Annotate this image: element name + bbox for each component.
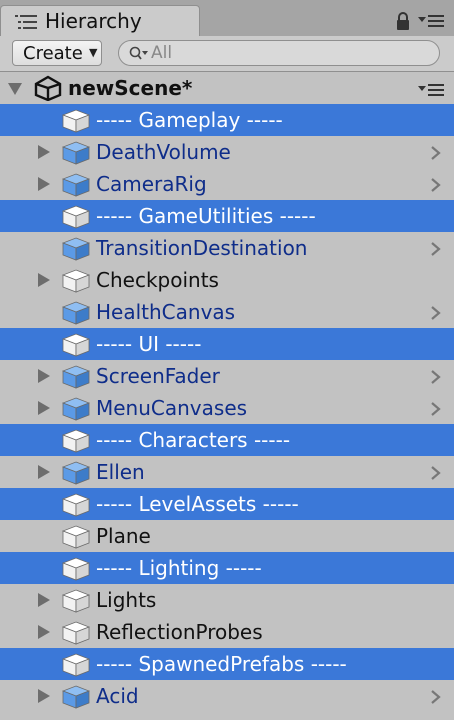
- lock-icon[interactable]: [396, 12, 410, 30]
- prefab-open-chevron-icon[interactable]: [430, 401, 442, 417]
- item-label: Acid: [96, 684, 139, 708]
- tab-hierarchy[interactable]: Hierarchy: [0, 5, 200, 36]
- prefab-cube-icon: [62, 685, 90, 709]
- gameobject-cube-icon: [62, 525, 90, 549]
- prefab-open-chevron-icon[interactable]: [430, 369, 442, 385]
- item-label: Plane: [96, 524, 151, 548]
- item-label: ----- Characters -----: [96, 428, 291, 452]
- gameobject-cube-icon: [62, 269, 90, 293]
- foldout-closed-icon[interactable]: [38, 689, 50, 703]
- game-object-row[interactable]: Plane: [0, 520, 454, 552]
- item-label: ReflectionProbes: [96, 620, 263, 644]
- hierarchy-tab-bar: Hierarchy: [0, 0, 454, 36]
- game-object-row[interactable]: HealthCanvas: [0, 296, 454, 328]
- foldout-closed-icon[interactable]: [38, 369, 50, 383]
- scene-name: newScene*: [68, 76, 193, 100]
- search-field[interactable]: [118, 40, 440, 66]
- game-object-row[interactable]: CameraRig: [0, 168, 454, 200]
- prefab-cube-icon: [62, 365, 90, 389]
- separator-row[interactable]: ----- SpawnedPrefabs -----: [0, 648, 454, 680]
- item-label: ----- Lighting -----: [96, 556, 262, 580]
- gameobject-cube-icon: [62, 429, 90, 453]
- item-label: ScreenFader: [96, 364, 220, 388]
- gameobject-cube-icon: [62, 621, 90, 645]
- foldout-closed-icon[interactable]: [38, 625, 50, 639]
- panel-menu-icon[interactable]: [418, 14, 444, 28]
- prefab-cube-icon: [62, 461, 90, 485]
- search-icon[interactable]: [129, 46, 151, 62]
- separator-row[interactable]: ----- GameUtilities -----: [0, 200, 454, 232]
- game-object-row[interactable]: DeathVolume: [0, 136, 454, 168]
- create-button-label: Create: [23, 43, 83, 64]
- game-object-row[interactable]: ReflectionProbes: [0, 616, 454, 648]
- prefab-open-chevron-icon[interactable]: [430, 465, 442, 481]
- item-label: ----- Gameplay -----: [96, 108, 283, 132]
- prefab-cube-icon: [62, 301, 90, 325]
- separator-row[interactable]: ----- Gameplay -----: [0, 104, 454, 136]
- dropdown-arrow-icon: ▼: [89, 46, 98, 59]
- panel-bottom: [0, 712, 454, 720]
- gameobject-cube-icon: [62, 205, 90, 229]
- item-label: CameraRig: [96, 172, 207, 196]
- game-object-row[interactable]: MenuCanvases: [0, 392, 454, 424]
- create-button[interactable]: Create ▼: [12, 40, 102, 66]
- foldout-closed-icon[interactable]: [38, 273, 50, 287]
- prefab-open-chevron-icon[interactable]: [430, 177, 442, 193]
- game-object-row[interactable]: TransitionDestination: [0, 232, 454, 264]
- prefab-open-chevron-icon[interactable]: [430, 689, 442, 705]
- unity-logo-icon: [34, 75, 62, 101]
- separator-row[interactable]: ----- UI -----: [0, 328, 454, 360]
- foldout-open-icon[interactable]: [8, 83, 22, 95]
- game-object-row[interactable]: ScreenFader: [0, 360, 454, 392]
- gameobject-cube-icon: [62, 589, 90, 613]
- game-object-row[interactable]: Lights: [0, 584, 454, 616]
- gameobject-cube-icon: [62, 557, 90, 581]
- foldout-closed-icon[interactable]: [38, 145, 50, 159]
- prefab-cube-icon: [62, 173, 90, 197]
- item-label: Checkpoints: [96, 268, 219, 292]
- item-label: ----- SpawnedPrefabs -----: [96, 652, 347, 676]
- hierarchy-list-icon: [15, 15, 37, 29]
- game-object-row[interactable]: Acid: [0, 680, 454, 712]
- gameobject-cube-icon: [62, 109, 90, 133]
- item-label: TransitionDestination: [96, 236, 308, 260]
- item-label: ----- LevelAssets -----: [96, 492, 299, 516]
- prefab-open-chevron-icon[interactable]: [430, 305, 442, 321]
- foldout-closed-icon[interactable]: [38, 465, 50, 479]
- hierarchy-toolbar: Create ▼: [0, 36, 454, 72]
- prefab-cube-icon: [62, 397, 90, 421]
- game-object-row[interactable]: Checkpoints: [0, 264, 454, 296]
- item-label: Lights: [96, 588, 157, 612]
- gameobject-cube-icon: [62, 493, 90, 517]
- scene-menu-icon[interactable]: [418, 83, 444, 97]
- tab-title: Hierarchy: [45, 9, 142, 33]
- prefab-cube-icon: [62, 141, 90, 165]
- foldout-closed-icon[interactable]: [38, 593, 50, 607]
- prefab-open-chevron-icon[interactable]: [430, 241, 442, 257]
- separator-row[interactable]: ----- LevelAssets -----: [0, 488, 454, 520]
- game-object-row[interactable]: Ellen: [0, 456, 454, 488]
- item-label: ----- GameUtilities -----: [96, 204, 316, 228]
- scene-row[interactable]: newScene*: [0, 72, 454, 104]
- foldout-closed-icon[interactable]: [38, 401, 50, 415]
- search-input[interactable]: [151, 41, 421, 65]
- item-label: ----- UI -----: [96, 332, 202, 356]
- item-label: MenuCanvases: [96, 396, 248, 420]
- separator-row[interactable]: ----- Lighting -----: [0, 552, 454, 584]
- prefab-cube-icon: [62, 237, 90, 261]
- item-label: HealthCanvas: [96, 300, 236, 324]
- prefab-open-chevron-icon[interactable]: [430, 145, 442, 161]
- gameobject-cube-icon: [62, 653, 90, 677]
- separator-row[interactable]: ----- Characters -----: [0, 424, 454, 456]
- item-label: Ellen: [96, 460, 145, 484]
- item-label: DeathVolume: [96, 140, 231, 164]
- foldout-closed-icon[interactable]: [38, 177, 50, 191]
- gameobject-cube-icon: [62, 333, 90, 357]
